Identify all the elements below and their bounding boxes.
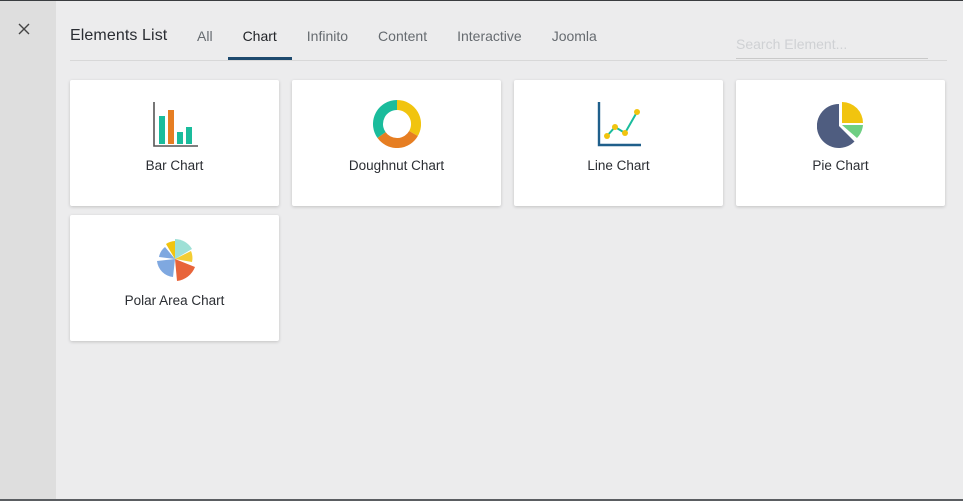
card-label: Pie Chart [812, 158, 869, 173]
card-label: Line Chart [587, 158, 650, 173]
tab-all[interactable]: All [182, 1, 228, 59]
tab-joomla[interactable]: Joomla [537, 1, 612, 59]
tab-label: Interactive [457, 28, 522, 44]
panel-header: Elements List All Chart Infinito Content… [70, 1, 947, 61]
tab-label: All [197, 28, 213, 44]
card-label: Doughnut Chart [348, 158, 445, 173]
element-card-doughnut-chart[interactable]: Doughnut Chart [292, 80, 501, 206]
close-icon [18, 23, 30, 35]
line-chart-icon [597, 102, 641, 147]
tab-chart[interactable]: Chart [227, 1, 293, 60]
polar-area-chart-icon [156, 239, 195, 281]
page-title: Elements List [70, 27, 168, 44]
doughnut-chart-icon [372, 100, 421, 148]
card-label: Bar Chart [145, 158, 204, 173]
pie-chart-icon [816, 102, 863, 148]
close-button[interactable] [14, 19, 34, 39]
tab-label: Content [378, 28, 428, 44]
element-card-bar-chart[interactable]: Bar Chart [70, 80, 279, 206]
bar-chart-icon [152, 102, 198, 147]
card-label: Polar Area Chart [124, 293, 225, 308]
search-input[interactable] [736, 27, 928, 59]
category-tabs: All Chart Infinito Content Interactive J… [182, 1, 612, 61]
left-rail [0, 1, 56, 499]
tab-content[interactable]: Content [363, 1, 442, 59]
elements-panel: Elements List All Chart Infinito Content… [56, 1, 963, 499]
element-card-pie-chart[interactable]: Pie Chart [736, 80, 945, 206]
tab-label: Joomla [551, 28, 597, 44]
element-card-line-chart[interactable]: Line Chart [514, 80, 723, 206]
element-card-polar-area-chart[interactable]: Polar Area Chart [70, 215, 279, 341]
elements-grid: Bar Chart Doughnut Chart Line Chart Pie … [70, 80, 945, 341]
tab-label: Infinito [306, 28, 349, 44]
modal-frame: Elements List All Chart Infinito Content… [0, 0, 963, 501]
tab-infinito[interactable]: Infinito [292, 1, 363, 59]
tab-interactive[interactable]: Interactive [442, 1, 537, 59]
tab-label: Chart [242, 28, 277, 44]
